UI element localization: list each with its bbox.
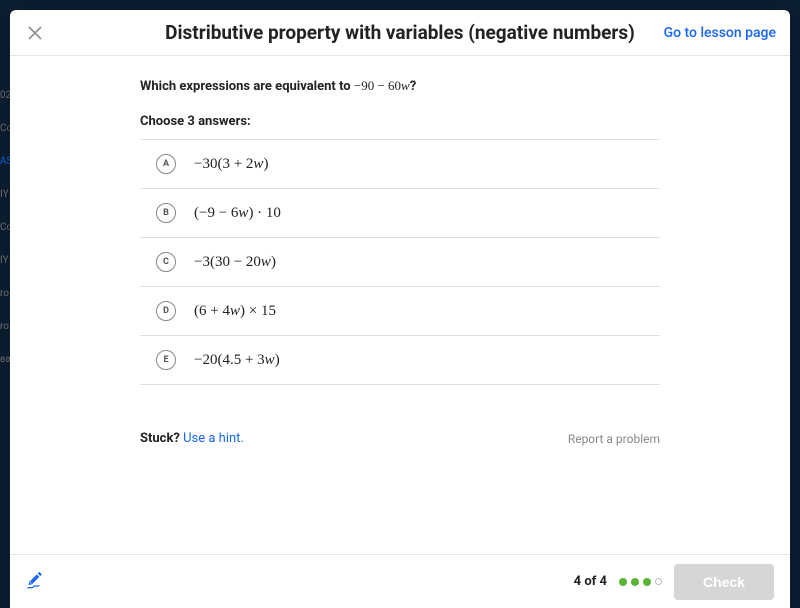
progress-dot [631, 578, 639, 586]
progress-dot [619, 578, 627, 586]
modal-header: Distributive property with variables (ne… [10, 10, 790, 56]
question-suffix: ? [410, 79, 416, 94]
check-button[interactable]: Check [674, 564, 774, 600]
answer-letter: C [156, 252, 176, 272]
answer-choice-b[interactable]: B (−9 − 6w) · 10 [140, 189, 660, 238]
answer-list: A −30(3 + 2w) B (−9 − 6w) · 10 C −3(30 − 20w)… [140, 139, 660, 385]
answer-expression: (6 + 4w) × 15 [194, 303, 276, 320]
report-problem-link[interactable]: Report a problem [568, 432, 660, 446]
modal-footer: 4 of 4 Check [10, 554, 790, 608]
answer-letter: B [156, 203, 176, 223]
answer-expression: −3(30 − 20w) [194, 254, 276, 271]
progress-text: 4 of 4 [574, 574, 607, 589]
answer-expression: −30(3 + 2w) [194, 156, 268, 173]
stuck-area: Stuck? Use a hint. [140, 431, 244, 446]
answer-choice-d[interactable]: D (6 + 4w) × 15 [140, 287, 660, 336]
hints-row: Stuck? Use a hint. Report a problem [140, 431, 660, 446]
answer-letter: E [156, 350, 176, 370]
answer-choice-a[interactable]: A −30(3 + 2w) [140, 140, 660, 189]
close-icon[interactable] [24, 22, 46, 44]
scratchpad-icon[interactable] [26, 571, 48, 593]
answer-choice-e[interactable]: E −20(4.5 + 3w) [140, 336, 660, 385]
answer-expression: (−9 − 6w) · 10 [194, 205, 281, 222]
hint-link[interactable]: Use a hint. [183, 431, 244, 446]
question-prefix: Which expressions are equivalent to [140, 79, 354, 94]
answer-letter: A [156, 154, 176, 174]
progress-dot [643, 578, 651, 586]
progress-dots [619, 578, 662, 586]
answer-expression: −20(4.5 + 3w) [194, 352, 280, 369]
question-text: Which expressions are equivalent to −90 … [140, 78, 660, 94]
progress-dot [655, 578, 662, 585]
choose-label: Choose 3 answers: [140, 114, 660, 129]
lesson-page-link[interactable]: Go to lesson page [664, 25, 776, 41]
stuck-label: Stuck? [140, 431, 183, 446]
question-expression: −90 − 60w [354, 78, 410, 93]
exercise-modal: Distributive property with variables (ne… [10, 10, 790, 608]
progress-area: 4 of 4 Check [574, 564, 774, 600]
modal-body: Which expressions are equivalent to −90 … [10, 56, 790, 554]
answer-letter: D [156, 301, 176, 321]
answer-choice-c[interactable]: C −3(30 − 20w) [140, 238, 660, 287]
